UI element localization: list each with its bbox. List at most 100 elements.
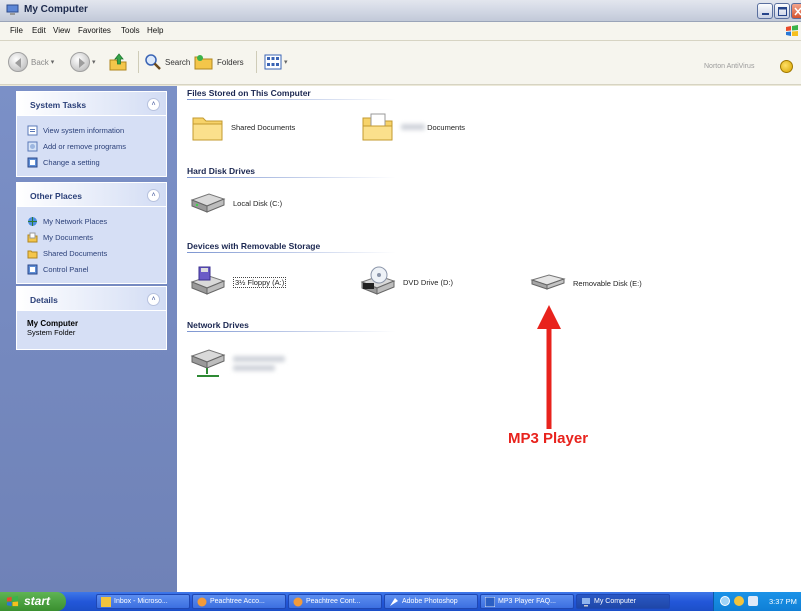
chevron-down-icon: ▾ <box>92 59 96 66</box>
windows-logo-icon <box>786 25 798 36</box>
group-divider <box>187 252 567 253</box>
forward-button[interactable]: ▾ <box>70 49 96 75</box>
clock: 3:37 PM <box>769 597 797 606</box>
my-computer-icon <box>6 4 19 15</box>
change-setting-link[interactable]: Change a setting <box>27 154 166 170</box>
documents-folder-icon <box>27 232 38 242</box>
view-system-information-link[interactable]: View system information <box>27 122 166 138</box>
tray-volume-icon[interactable] <box>748 596 758 606</box>
dvd-drive-d[interactable]: DVD Drive (D:) <box>359 266 453 298</box>
start-button[interactable]: start <box>0 592 66 611</box>
control-panel-link[interactable]: Control Panel <box>27 261 166 277</box>
dvd-drive-icon <box>360 266 396 295</box>
details-type: System Folder <box>27 328 76 337</box>
tray-network-icon[interactable] <box>720 596 730 606</box>
my-documents-link[interactable]: My Documents <box>27 229 166 245</box>
norton-icon[interactable] <box>780 60 793 73</box>
close-icon <box>794 7 801 16</box>
floppy-drive-a[interactable]: 3½ Floppy (A:) <box>189 266 287 298</box>
search-button[interactable]: Search <box>144 49 190 75</box>
annotation-arrow-icon <box>537 305 561 429</box>
title-bar[interactable]: My Computer <box>0 0 801 22</box>
taskbar-item-photoshop[interactable]: Adobe Photoshop <box>384 594 478 609</box>
menu-view[interactable]: View <box>53 26 70 35</box>
removable-disk-icon <box>530 274 566 290</box>
removable-disk-e[interactable]: Removable Disk (E:) <box>529 272 642 294</box>
close-button[interactable] <box>791 3 801 19</box>
up-folder-icon <box>109 53 127 71</box>
floppy-drive-icon <box>190 266 226 295</box>
shared-documents-folder[interactable]: Shared Documents <box>191 112 295 142</box>
menu-tools[interactable]: Tools <box>121 26 140 35</box>
search-label: Search <box>165 57 191 67</box>
group-files-stored: Files Stored on This Computer <box>187 88 311 98</box>
other-places-title: Other Places <box>30 191 82 201</box>
maximize-icon <box>778 7 787 16</box>
floppy-drive-name: 3½ Floppy (A:) <box>233 276 287 288</box>
user-documents-folder[interactable]: Documents <box>361 112 465 142</box>
menu-file[interactable]: File <box>10 26 23 35</box>
other-places-header[interactable]: Other Places ˄ <box>17 183 166 207</box>
other-places-panel: Other Places ˄ My Network Places My Docu… <box>16 182 167 284</box>
tray-norton-icon[interactable] <box>734 596 744 606</box>
network-drive[interactable] <box>189 346 285 380</box>
details-panel: Details ˄ My Computer System Folder <box>16 286 167 350</box>
system-tasks-header[interactable]: System Tasks ˄ <box>17 92 166 116</box>
folders-icon <box>194 55 213 70</box>
toolbar-separator <box>256 51 257 73</box>
back-button[interactable]: Back ▾ <box>8 49 54 75</box>
info-icon <box>27 125 38 135</box>
peachtree-icon <box>293 597 303 606</box>
collapse-chevron-icon[interactable]: ˄ <box>147 98 160 111</box>
network-places-icon <box>28 216 37 226</box>
toolbar-separator <box>138 51 139 73</box>
my-network-places-link[interactable]: My Network Places <box>27 213 166 229</box>
collapse-chevron-icon[interactable]: ˄ <box>147 293 160 306</box>
chevron-down-icon: ▾ <box>50 59 55 66</box>
collapse-chevron-icon[interactable]: ˄ <box>147 189 160 202</box>
group-divider <box>187 177 567 178</box>
dvd-drive-name: DVD Drive (D:) <box>403 277 453 287</box>
taskbar-item-inbox[interactable]: Inbox - Microso... <box>96 594 190 609</box>
minimize-button[interactable] <box>757 3 773 19</box>
taskbar: start Inbox - Microso... Peachtree Acco.… <box>0 592 801 611</box>
menu-edit[interactable]: Edit <box>32 26 46 35</box>
details-name: My Computer <box>27 319 79 328</box>
task-pane: System Tasks ˄ View system information A… <box>0 86 177 592</box>
maximize-button[interactable] <box>774 3 790 19</box>
up-folder-button[interactable] <box>108 49 128 75</box>
folders-label: Folders <box>217 57 244 67</box>
peachtree-icon <box>197 597 207 606</box>
add-remove-programs-link[interactable]: Add or remove programs <box>27 138 166 154</box>
folder-icon <box>192 117 223 141</box>
network-drive-name <box>233 355 285 371</box>
word-document-icon <box>485 596 495 607</box>
system-tasks-panel: System Tasks ˄ View system information A… <box>16 91 167 177</box>
group-removable-storage: Devices with Removable Storage <box>187 241 321 251</box>
taskbar-item-my-computer[interactable]: My Computer <box>576 594 670 609</box>
control-panel-icon <box>27 157 38 167</box>
details-header[interactable]: Details ˄ <box>17 287 166 311</box>
documents-folder-icon <box>362 113 393 141</box>
shared-documents-name: Shared Documents <box>231 122 296 132</box>
local-disk-c[interactable]: Local Disk (C:) <box>189 188 282 218</box>
toolbar: Back ▾ ▾ Search Folders ▾ Norton AntiVir… <box>0 41 801 85</box>
views-button[interactable]: ▾ <box>264 49 288 75</box>
removable-disk-name: Removable Disk (E:) <box>573 278 642 288</box>
chevron-down-icon: ▾ <box>284 59 288 66</box>
menu-bar: File Edit View Favorites Tools Help <box>0 22 801 41</box>
folders-button[interactable]: Folders <box>194 49 244 75</box>
taskbar-item-peachtree-cont[interactable]: Peachtree Cont... <box>288 594 382 609</box>
control-panel-icon <box>27 264 38 274</box>
outlook-icon <box>101 596 111 607</box>
details-title: Details <box>30 295 58 305</box>
hard-drive-icon <box>190 193 226 213</box>
my-computer-icon <box>582 597 590 606</box>
norton-antivirus-label[interactable]: Norton AntiVirus <box>704 63 754 70</box>
taskbar-item-mp3-player-faq[interactable]: MP3 Player FAQ... <box>480 594 574 609</box>
taskbar-item-peachtree-acco[interactable]: Peachtree Acco... <box>192 594 286 609</box>
menu-favorites[interactable]: Favorites <box>78 26 111 35</box>
menu-help[interactable]: Help <box>147 26 163 35</box>
shared-documents-link[interactable]: Shared Documents <box>27 245 166 261</box>
local-disk-name: Local Disk (C:) <box>233 198 283 208</box>
